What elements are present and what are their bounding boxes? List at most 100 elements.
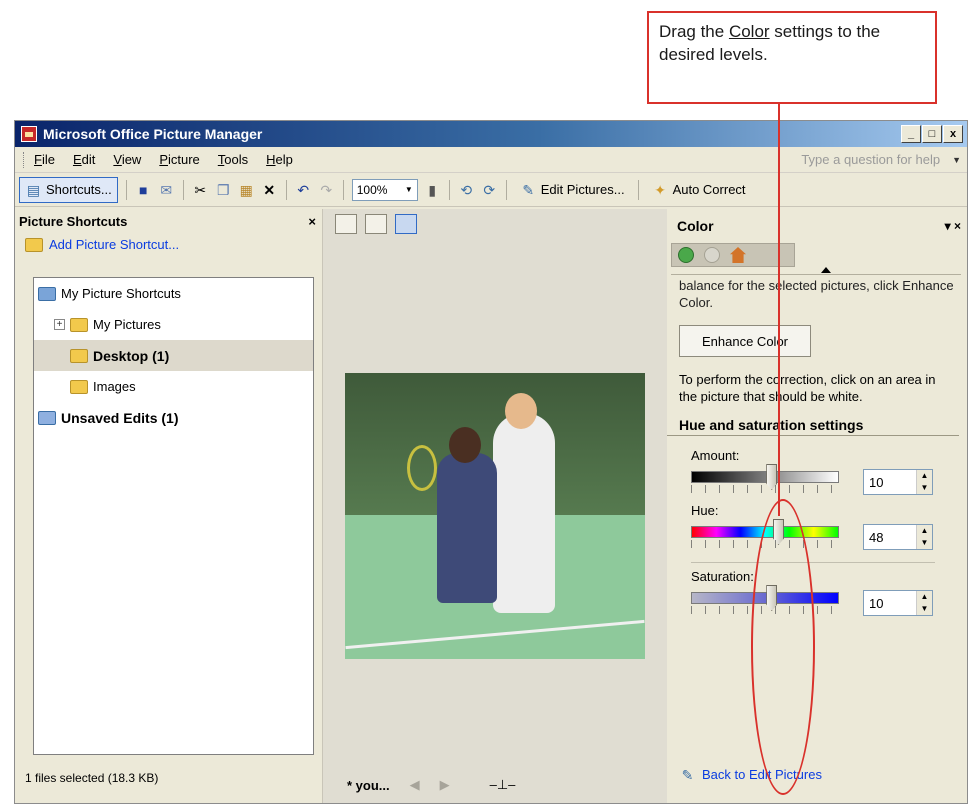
rotate-right-icon[interactable]: ⟳: [481, 181, 498, 198]
tree-item-label: My Picture Shortcuts: [61, 286, 181, 301]
toolbar-separator: [448, 179, 450, 200]
tree-item-unsaved-edits[interactable]: Unsaved Edits (1): [34, 402, 313, 433]
shortcuts-label: Shortcuts...: [46, 182, 112, 197]
menu-grip[interactable]: [23, 151, 26, 168]
copy-icon[interactable]: ❐: [215, 181, 232, 198]
photo-boy: [437, 453, 497, 603]
menu-help[interactable]: Help: [266, 152, 293, 167]
add-picture-shortcut-link[interactable]: Add Picture Shortcut...: [15, 233, 322, 256]
my-pictures-folder-icon: [70, 317, 88, 332]
slider-divider: [691, 562, 935, 563]
redo-icon[interactable]: ↷: [318, 181, 335, 198]
save-icon[interactable]: ■: [135, 181, 152, 198]
hue-saturation-heading: Hue and saturation settings: [667, 417, 959, 436]
tree-item-my-picture-shortcuts[interactable]: My Picture Shortcuts: [34, 278, 313, 309]
zoom-slider-icon[interactable]: ▮: [424, 181, 441, 198]
zoom-value: 100%: [356, 182, 388, 197]
expand-icon[interactable]: +: [54, 319, 65, 330]
undo-icon[interactable]: ↶: [295, 181, 312, 198]
shortcuts-button[interactable]: ▤ Shortcuts...: [19, 176, 118, 203]
forward-icon[interactable]: [704, 247, 720, 263]
picture-manager-window: Microsoft Office Picture Manager _ □ x F…: [14, 120, 968, 804]
single-picture-view-button[interactable]: [395, 214, 417, 234]
scroll-up-indicator[interactable]: [671, 267, 961, 275]
tree-item-images[interactable]: Images: [34, 371, 313, 402]
callout-pointer-line: [778, 104, 780, 516]
saturation-spinner[interactable]: 10 ▲ ▼: [863, 590, 933, 616]
amount-ticks: [691, 485, 839, 493]
amount-spin-buttons[interactable]: ▲ ▼: [916, 470, 932, 494]
close-button[interactable]: x: [943, 125, 963, 143]
previous-icon[interactable]: ◀: [410, 777, 420, 793]
title-bar: Microsoft Office Picture Manager _ □ x: [15, 121, 967, 147]
back-icon[interactable]: [678, 247, 694, 263]
window-controls: _ □ x: [901, 125, 967, 143]
tennis-photo[interactable]: [345, 373, 645, 659]
saturation-label: Saturation:: [691, 569, 754, 584]
home-icon[interactable]: [730, 247, 746, 263]
menu-picture[interactable]: Picture: [159, 152, 199, 167]
saturation-slider-row: 10 ▲ ▼: [691, 585, 945, 618]
tree-item-label: Unsaved Edits (1): [61, 409, 179, 426]
callout-text-before: Drag the: [659, 22, 729, 41]
toolbar-separator: [637, 179, 639, 200]
file-name: * you...: [347, 777, 390, 793]
paste-icon[interactable]: ▦: [238, 181, 255, 198]
zoom-slider-thumb-icon[interactable]: ‒⊥‒: [490, 777, 516, 793]
task-pane-header: Color ▾ ×: [667, 209, 967, 243]
filmstrip-view-button[interactable]: [365, 214, 387, 234]
status-text: 1 files selected (18.3 KB): [25, 771, 159, 785]
amount-spinner[interactable]: 10 ▲ ▼: [863, 469, 933, 495]
auto-correct-button[interactable]: ✦ Auto Correct: [647, 177, 751, 203]
delete-icon[interactable]: ✕: [261, 181, 278, 198]
task-pane-body: balance for the selected pictures, click…: [667, 277, 967, 405]
toolbar-separator: [342, 179, 344, 200]
toolbar-separator: [505, 179, 507, 200]
auto-correct-icon: ✦: [654, 181, 666, 198]
help-search-box[interactable]: Type a question for help ▼: [801, 152, 961, 167]
menu-tools[interactable]: Tools: [218, 152, 248, 167]
menu-file[interactable]: File: [34, 152, 55, 167]
folder-add-icon: [25, 237, 43, 252]
enhance-description: balance for the selected pictures, click…: [679, 278, 954, 310]
enhance-color-button[interactable]: Enhance Color: [679, 325, 811, 357]
tree-item-desktop[interactable]: Desktop (1): [34, 340, 313, 371]
edit-pictures-icon: ✎: [681, 766, 694, 783]
menu-edit[interactable]: Edit: [73, 152, 95, 167]
saturation-spin-buttons[interactable]: ▲ ▼: [916, 591, 932, 615]
amount-value: 10: [869, 474, 884, 490]
zoom-dropdown[interactable]: 100% ▼: [351, 178, 418, 201]
pane-header: Picture Shortcuts ×: [15, 209, 322, 233]
thumbnail-view-button[interactable]: [335, 214, 357, 234]
cut-icon[interactable]: ✂: [192, 181, 209, 198]
maximize-button[interactable]: □: [922, 125, 942, 143]
minimize-button[interactable]: _: [901, 125, 921, 143]
hue-spinner[interactable]: 48 ▲ ▼: [863, 524, 933, 550]
toolbar-separator: [182, 179, 184, 200]
photo-boy-head: [449, 427, 481, 463]
amount-label: Amount:: [691, 448, 740, 463]
task-pane-title: Color: [677, 218, 714, 234]
highlight-ellipse: [751, 499, 815, 795]
pane-title: Picture Shortcuts: [19, 213, 128, 229]
toolbar-separator: [285, 179, 287, 200]
help-dropdown-icon[interactable]: ▼: [952, 155, 961, 165]
tree-item-my-pictures[interactable]: + My Pictures: [34, 309, 313, 340]
photo-racket: [407, 445, 437, 491]
email-icon[interactable]: ✉: [158, 181, 175, 198]
task-pane-nav: [671, 243, 795, 267]
add-shortcut-label: Add Picture Shortcut...: [49, 237, 180, 252]
preview-pane: * you... ◀ ▶ ‒⊥‒: [323, 209, 667, 803]
edit-pictures-button[interactable]: ✎ Edit Pictures...: [515, 177, 630, 203]
shortcut-tree: My Picture Shortcuts + My Pictures Deskt…: [33, 277, 314, 755]
hue-spin-buttons[interactable]: ▲ ▼: [916, 525, 932, 549]
amount-slider[interactable]: [691, 464, 839, 490]
zoom-dropdown-icon: ▼: [404, 185, 413, 194]
menu-view[interactable]: View: [113, 152, 141, 167]
close-pane-icon[interactable]: ×: [308, 214, 316, 229]
next-icon[interactable]: ▶: [440, 777, 450, 793]
photo-coach: [493, 413, 555, 613]
rotate-left-icon[interactable]: ⟲: [458, 181, 475, 198]
picture-shortcuts-pane: Picture Shortcuts × Add Picture Shortcut…: [15, 209, 323, 803]
task-pane-controls[interactable]: ▾ ×: [945, 219, 961, 233]
